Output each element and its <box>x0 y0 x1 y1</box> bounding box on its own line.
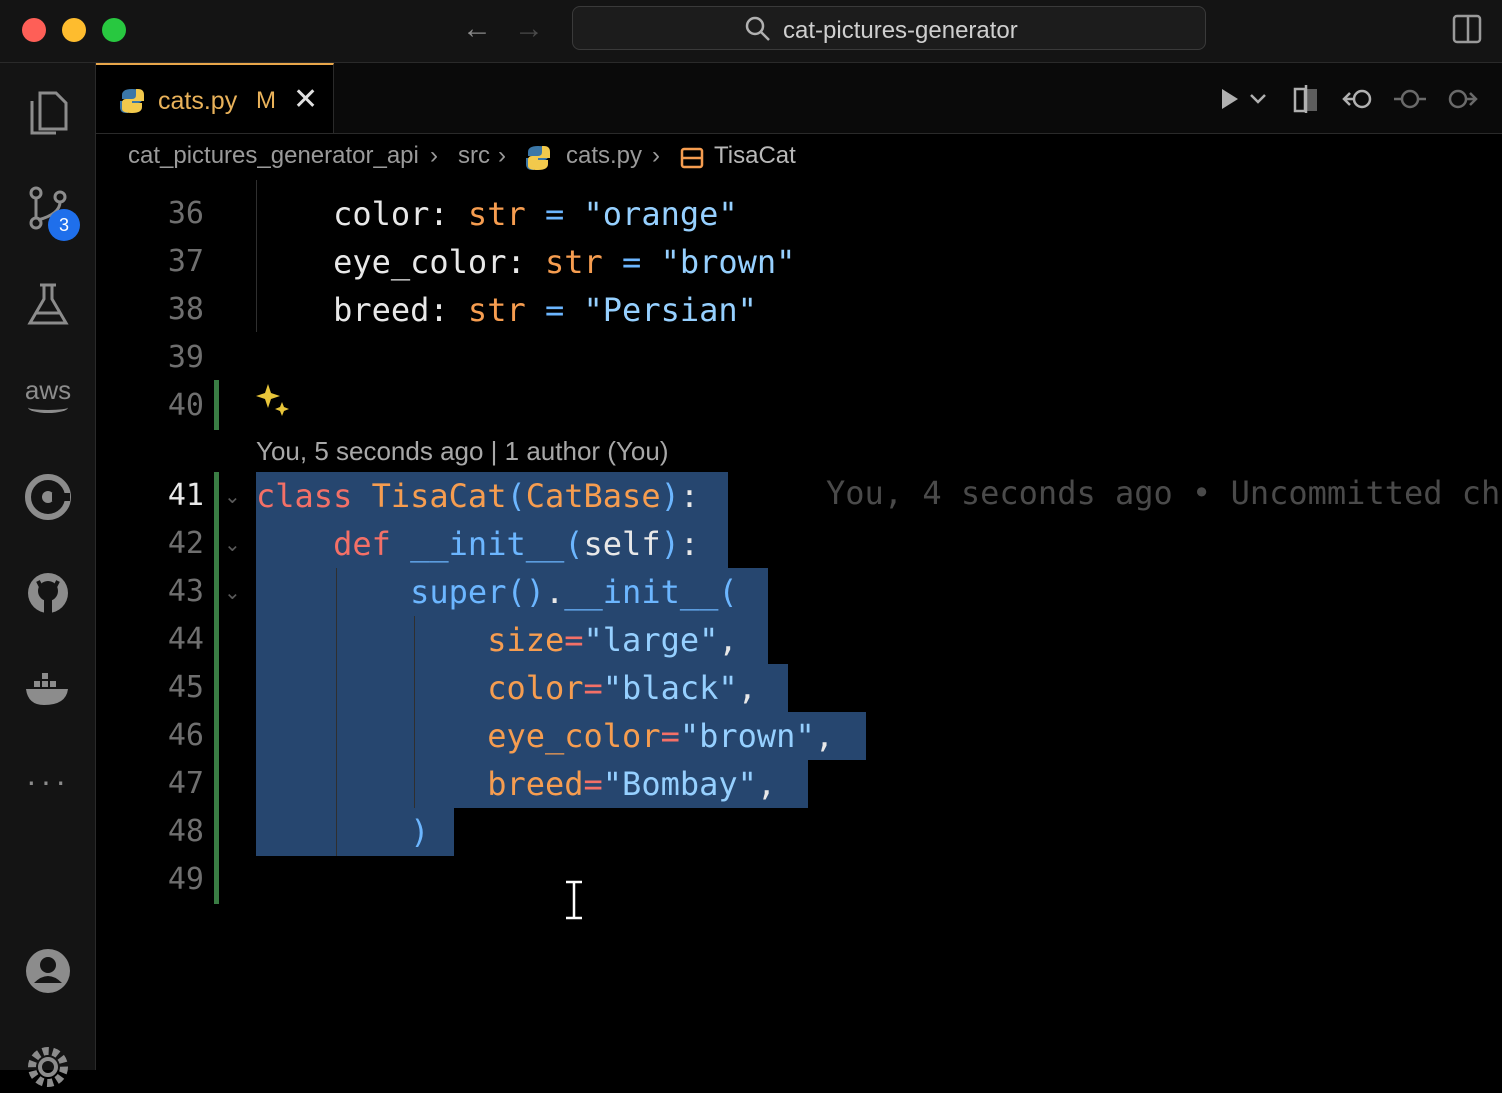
docker-icon[interactable] <box>22 663 74 715</box>
fold-chevron-icon[interactable]: ⌄ <box>224 532 241 557</box>
search-icon <box>745 16 770 41</box>
code-editor[interactable]: 36 37 38 39 40 41 42 43 44 45 46 47 48 4… <box>96 180 1502 1070</box>
line-number: 49 <box>167 862 204 897</box>
code-line: breed: str = "Persian" <box>333 291 757 329</box>
line-number: 42 <box>167 526 204 561</box>
python-file-icon <box>526 146 550 170</box>
git-added-indicator[interactable] <box>214 472 219 904</box>
git-added-indicator[interactable] <box>214 380 219 430</box>
code-line: eye_color="brown", <box>487 717 834 755</box>
forward-arrow-icon[interactable]: → <box>514 12 544 46</box>
next-change-icon[interactable] <box>1444 85 1480 113</box>
close-icon[interactable]: ✕ <box>293 82 318 117</box>
text-cursor-icon <box>566 880 582 920</box>
line-number: 36 <box>167 196 204 231</box>
chevron-right-icon: › <box>652 142 660 169</box>
source-control-badge: 3 <box>48 209 80 241</box>
breadcrumb-item-file[interactable]: cats.py <box>566 142 642 170</box>
chevron-right-icon: › <box>498 142 506 169</box>
inline-blame: You, 4 seconds ago • Uncommitted ch <box>826 474 1501 512</box>
code-line: color="black", <box>487 669 757 707</box>
title-bar: ← → cat-pictures-generator <box>0 0 1502 63</box>
line-number: 48 <box>167 814 204 849</box>
line-number-active: 41 <box>167 478 204 513</box>
breadcrumb-item-folder[interactable]: cat_pictures_generator_api <box>128 142 419 170</box>
line-number: 37 <box>167 244 204 279</box>
line-number: 46 <box>167 718 204 753</box>
tab-label: cats.py <box>158 87 238 115</box>
line-number: 44 <box>167 622 204 657</box>
codelens-blame[interactable]: You, 5 seconds ago | 1 author (You) <box>256 436 668 467</box>
chevron-right-icon: › <box>430 142 438 169</box>
account-icon[interactable] <box>22 945 74 997</box>
remote-icon[interactable] <box>22 471 74 523</box>
minimize-window-button[interactable] <box>62 18 86 42</box>
activity-bar: 3 aws ··· <box>0 63 96 1087</box>
toggle-panel-icon[interactable] <box>1452 14 1482 44</box>
code-line: class TisaCat(CatBase): <box>256 477 700 515</box>
code-line: eye_color: str = "brown" <box>333 243 796 281</box>
tab-bar: cats.py M ✕ <box>96 63 1502 134</box>
line-number: 45 <box>167 670 204 705</box>
line-number: 47 <box>167 766 204 801</box>
breadcrumb-item-class[interactable]: TisaCat <box>714 142 796 170</box>
command-center-label: cat-pictures-generator <box>783 17 1018 44</box>
class-symbol-icon <box>680 147 704 169</box>
command-center[interactable]: cat-pictures-generator <box>572 6 1206 50</box>
line-number: 43 <box>167 574 204 609</box>
github-icon[interactable] <box>22 567 74 619</box>
code-line: super().__init__( <box>410 573 738 611</box>
fold-chevron-icon[interactable]: ⌄ <box>224 484 241 509</box>
compare-changes-icon[interactable] <box>1292 83 1320 115</box>
code-line: color: str = "orange" <box>333 195 738 233</box>
chevron-down-icon[interactable] <box>1248 89 1268 109</box>
line-number: 38 <box>167 292 204 327</box>
aws-icon[interactable]: aws <box>24 375 72 413</box>
close-window-button[interactable] <box>22 18 46 42</box>
testing-icon[interactable] <box>22 279 74 331</box>
modified-indicator: M <box>256 87 276 114</box>
run-icon[interactable] <box>1216 85 1244 113</box>
settings-icon[interactable] <box>22 1041 74 1093</box>
sparkle-icon[interactable] <box>256 382 290 416</box>
line-number: 40 <box>167 388 204 423</box>
tab-cats-py[interactable]: cats.py M ✕ <box>96 63 334 133</box>
line-number: 39 <box>167 340 204 375</box>
aws-label: aws <box>24 375 72 405</box>
code-line: size="large", <box>487 621 738 659</box>
commit-icon[interactable] <box>1392 85 1428 113</box>
breadcrumb-item-src[interactable]: src <box>458 142 490 170</box>
back-arrow-icon[interactable]: ← <box>462 12 492 46</box>
code-line: def __init__(self): <box>333 525 700 563</box>
python-file-icon <box>120 89 144 113</box>
more-icon[interactable]: ··· <box>24 763 72 800</box>
code-line: ) <box>410 813 430 851</box>
fold-chevron-icon[interactable]: ⌄ <box>224 580 241 605</box>
explorer-icon[interactable] <box>22 87 74 139</box>
previous-change-icon[interactable] <box>1340 85 1376 113</box>
breadcrumb: cat_pictures_generator_api › src › cats.… <box>96 134 1502 180</box>
code-line: breed="Bombay", <box>487 765 777 803</box>
zoom-window-button[interactable] <box>102 18 126 42</box>
